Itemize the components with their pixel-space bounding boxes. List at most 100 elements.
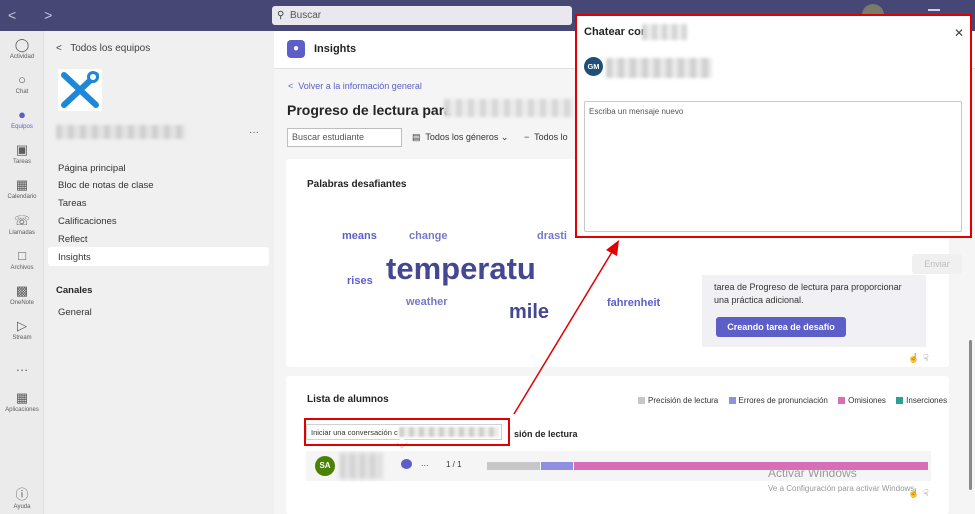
rail-item-calendar[interactable]: ▦ Calendario	[0, 177, 44, 201]
rail-item-apps[interactable]: ▦ Aplicaciones	[0, 390, 44, 414]
help-icon: ⓘ	[15, 487, 29, 502]
avatar: GM	[584, 57, 603, 76]
team-name-redacted	[56, 125, 186, 139]
rail-label: Chat	[15, 89, 29, 95]
challenge-info-text: tarea de Progreso de lectura para propor…	[714, 282, 902, 305]
nav-arrows[interactable]: < >	[8, 7, 64, 23]
back-overview-link[interactable]: < Volver a la información general	[288, 81, 422, 91]
nav-grades[interactable]: Calificaciones	[58, 216, 117, 227]
rail-item-teams[interactable]: ● Equipos	[0, 107, 44, 131]
rail-label: Equipos	[11, 124, 33, 130]
chat-title-redacted	[642, 24, 687, 40]
word-cloud-item[interactable]: means	[342, 230, 377, 242]
chat-dialog: Chatear con ✕ GM Escriba un mensaje nuev…	[575, 14, 972, 238]
word-cloud-item[interactable]: fahrenheit	[607, 297, 660, 309]
rail-item-stream[interactable]: ▷ Stream	[0, 319, 44, 342]
nav-insights[interactable]: Insights	[58, 252, 91, 263]
rail-label: Stream	[12, 335, 32, 341]
rail-label: Actividad	[9, 54, 35, 60]
message-input[interactable]: Escriba un mensaje nuevo	[584, 101, 962, 232]
close-icon[interactable]: ✕	[954, 26, 964, 40]
word-cloud-item[interactable]: temperatu	[386, 251, 536, 287]
genre-filter[interactable]: ▤ Todos los géneros ⌄	[412, 132, 508, 143]
row-more-button[interactable]: ...	[421, 458, 429, 468]
nav-home[interactable]: Página principal	[58, 163, 126, 174]
legend-label: Errores de pronunciación	[738, 396, 828, 405]
search-icon: ⚲	[277, 10, 285, 21]
word-cloud-item[interactable]: change	[409, 230, 448, 242]
word-cloud-item[interactable]: rises	[347, 275, 373, 287]
activation-watermark-text: Ve a Configuración para activar Windows.	[768, 484, 917, 493]
window-control[interactable]	[928, 9, 940, 11]
legend-swatch	[638, 397, 645, 404]
word-cloud-item[interactable]: mile	[509, 301, 549, 324]
legend-label: Precisión de lectura	[648, 396, 719, 405]
bell-icon: ◯	[14, 37, 30, 52]
row-fraction: 1 / 1	[446, 460, 462, 469]
legend-label: Inserciones	[906, 396, 948, 405]
rail-label: Llamadas	[8, 230, 35, 236]
page-title: Progreso de lectura para	[287, 102, 452, 118]
words-card-title: Palabras desafiantes	[307, 179, 407, 190]
rail-more-button[interactable]: …	[0, 360, 44, 374]
rail-label: Ayuda	[13, 504, 31, 510]
word-cloud-item[interactable]: drasti	[537, 230, 567, 242]
nav-reflect[interactable]: Reflect	[58, 234, 88, 245]
message-placeholder: Escriba un mensaje nuevo	[589, 107, 684, 116]
tools-icon	[61, 71, 99, 108]
legend-swatch	[896, 397, 904, 404]
rail-label: Tareas	[12, 159, 31, 165]
team-logo	[58, 69, 102, 111]
rail-label: Archivos	[10, 265, 34, 271]
rail-item-onenote[interactable]: ▩ OneNote	[0, 283, 44, 307]
back-to-teams-link[interactable]: < Todos los equipos	[56, 43, 150, 54]
chat-icon: ○	[18, 72, 26, 87]
teams-icon: ●	[18, 107, 26, 122]
apps-icon: ▦	[15, 390, 29, 405]
rail-item-tasks[interactable]: ▣ Tareas	[0, 142, 44, 166]
student-search-input[interactable]: Buscar estudiante	[287, 128, 402, 147]
channels-heading: Canales	[56, 285, 93, 296]
column-header: sión de lectura	[514, 429, 578, 439]
class-name-redacted	[444, 99, 574, 117]
other-filter[interactable]: − Todos lo	[524, 132, 568, 142]
word-cloud-item[interactable]: weather	[406, 296, 448, 308]
insights-icon: ●	[287, 40, 305, 58]
rail-item-help[interactable]: ⓘ Ayuda	[0, 487, 44, 511]
search-input[interactable]: ⚲ Buscar	[272, 6, 572, 25]
team-more-button[interactable]: ···	[249, 127, 259, 138]
calendar-icon: ▦	[15, 177, 29, 192]
nav-class-notebook[interactable]: Bloc de notas de clase	[58, 180, 154, 191]
chart-legend: Precisión de lectura Errores de pronunci…	[630, 396, 947, 405]
rail-item-files[interactable]: □ Archivos	[0, 248, 44, 272]
rail-item-activity[interactable]: ◯ Actividad	[0, 37, 44, 61]
create-challenge-button[interactable]: Creando tarea de desafío	[716, 317, 846, 337]
search-placeholder: Buscar	[290, 10, 322, 21]
onenote-icon: ▩	[15, 283, 29, 298]
rail-item-calls[interactable]: ☏ Llamadas	[0, 213, 44, 237]
challenge-info-box: tarea de Progreso de lectura para propor…	[702, 275, 926, 347]
legend-swatch	[838, 397, 846, 404]
rail-item-chat[interactable]: ○ Chat	[0, 72, 44, 96]
chat-icon[interactable]	[401, 459, 412, 469]
recipient-name-redacted	[606, 58, 712, 78]
rail-label: OneNote	[9, 300, 34, 306]
assignments-icon: ▣	[15, 142, 29, 157]
rail-label: Calendario	[7, 194, 37, 200]
nav-assignments[interactable]: Tareas	[58, 198, 87, 209]
feedback-icons[interactable]: ☝☟	[908, 353, 933, 364]
page-header-title: Insights	[314, 43, 357, 55]
bar-pronunciation	[541, 462, 573, 470]
files-icon: □	[18, 248, 26, 263]
avatar: SA	[315, 456, 335, 476]
back-overview-label: Volver a la información general	[298, 81, 422, 91]
app-rail: ◯ Actividad ○ Chat ● Equipos ▣ Tareas ▦ …	[0, 31, 44, 514]
student-name-redacted	[340, 453, 382, 479]
legend-swatch	[728, 397, 736, 404]
team-panel: < Todos los equipos ··· Página principal…	[44, 31, 274, 514]
channel-general[interactable]: General	[58, 307, 92, 318]
phone-icon: ☏	[13, 213, 31, 228]
scrollbar[interactable]	[969, 340, 972, 490]
back-to-teams-label: Todos los equipos	[70, 43, 151, 54]
send-button[interactable]: Enviar	[912, 254, 962, 274]
